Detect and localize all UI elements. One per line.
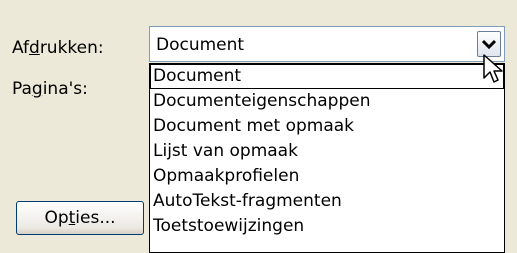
option-document-with-markup[interactable]: Document met opmaak <box>150 114 504 139</box>
print-what-options-list[interactable]: Document Documenteigenschappen Document … <box>149 63 505 253</box>
option-key-assignments[interactable]: Toetstoewijzingen <box>150 214 504 239</box>
print-what-select[interactable]: Document <box>149 26 505 62</box>
chevron-down-icon <box>482 39 496 50</box>
options-button[interactable]: Opties... <box>16 201 144 235</box>
print-what-select-value: Document <box>156 35 245 55</box>
pages-label: Pagina's: <box>12 79 88 99</box>
mouse-pointer-icon <box>483 54 503 83</box>
option-autotext-entries[interactable]: AutoTekst-fragmenten <box>150 189 504 214</box>
option-document-properties[interactable]: Documenteigenschappen <box>150 89 504 114</box>
option-document[interactable]: Document <box>150 64 504 89</box>
option-list-of-markup[interactable]: Lijst van opmaak <box>150 139 504 164</box>
print-label: Afdrukken: <box>12 38 104 58</box>
option-styles[interactable]: Opmaakprofielen <box>150 164 504 189</box>
